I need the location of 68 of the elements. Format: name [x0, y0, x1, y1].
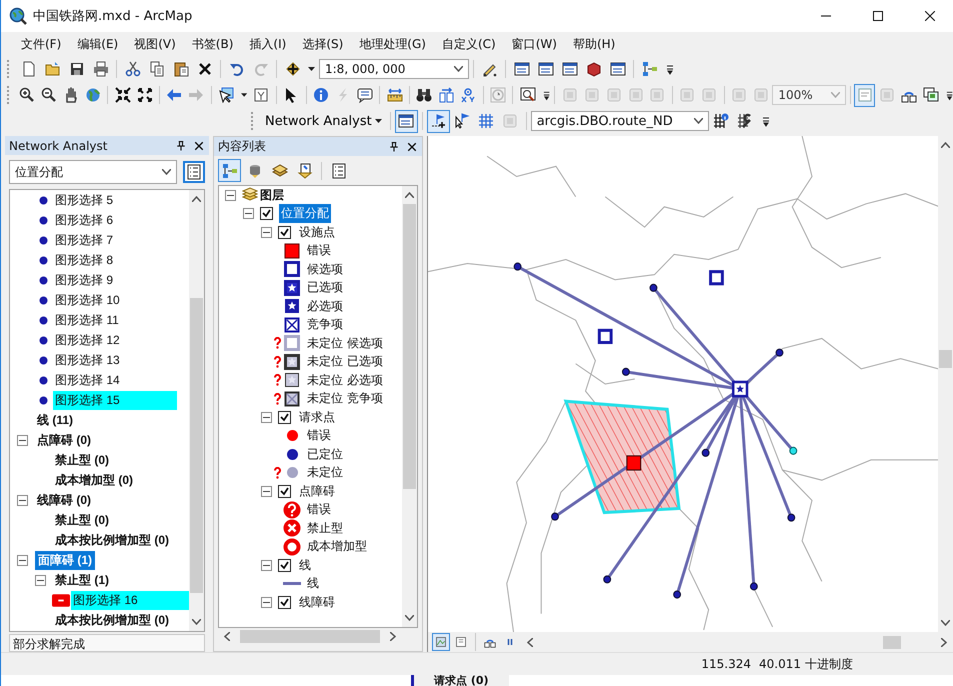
menu-item[interactable]: 编辑(E): [69, 36, 126, 52]
panel-title: Network Analyst: [9, 138, 108, 152]
class-label[interactable]: 线障碍 (0): [35, 490, 93, 510]
coordinate-units: 十进制度: [805, 656, 853, 672]
legend-label: 已选项: [306, 279, 344, 296]
solve-status: 部分求解完成: [9, 634, 205, 652]
menu-item[interactable]: 地理处理(G): [351, 36, 434, 52]
menu-item[interactable]: 帮助(H): [564, 36, 624, 52]
y-coordinate: 40.011: [759, 657, 801, 671]
legend-label: 线: [306, 575, 320, 592]
menu-item[interactable]: 插入(I): [241, 36, 294, 52]
layer-label[interactable]: 位置分配: [279, 204, 331, 224]
class-label[interactable]: 禁止型 (1): [53, 570, 111, 590]
menu-item[interactable]: 文件(F): [13, 36, 70, 52]
legend-label: 错误: [306, 242, 332, 260]
class-label[interactable]: 成本按比例增加型 (0): [53, 610, 171, 630]
class-label[interactable]: 禁止型 (0): [53, 450, 111, 470]
legend-label: 必选项: [306, 298, 344, 315]
class-label[interactable]: 面障碍 (1): [35, 550, 95, 570]
layers-label[interactable]: 图层: [258, 186, 286, 205]
feature-label[interactable]: 图形选择 15: [53, 390, 177, 410]
scale-combo[interactable]: 1:8, 000, 000: [319, 59, 469, 79]
panel-title: 内容列表: [218, 138, 266, 155]
feature-label[interactable]: 图形选择 8: [53, 250, 116, 270]
legend-label: 成本增加型: [306, 538, 368, 556]
legend-label: 错误: [306, 501, 332, 518]
layer-label[interactable]: 线: [297, 556, 313, 575]
window-title: 中国铁路网.mxd - ArcMap: [33, 8, 192, 25]
legend-label: 未定位 已选项: [306, 353, 384, 370]
legend-label: 禁止型: [306, 520, 344, 537]
feature-label[interactable]: 图形选择 12: [53, 330, 122, 350]
class-label[interactable]: 成本增加型 (0): [53, 470, 135, 490]
feature-label[interactable]: 图形选择 10: [53, 290, 122, 310]
feature-label[interactable]: 图形选择 14: [53, 370, 122, 390]
layer-label[interactable]: 线障碍: [297, 592, 337, 612]
class-label[interactable]: 禁止型 (0): [53, 510, 111, 530]
class-label[interactable]: 点障碍 (0): [35, 430, 93, 450]
legend-label: 竞争项: [306, 316, 344, 334]
network-analyst-menu[interactable]: Network Analyst: [261, 110, 386, 132]
menu-item[interactable]: 视图(V): [126, 36, 184, 52]
legend-label: 错误: [306, 427, 332, 444]
feature-label[interactable]: 图形选择 5: [53, 190, 116, 210]
zoom-combo: 100%: [772, 85, 846, 105]
feature-label[interactable]: 图形选择 9: [53, 270, 116, 290]
network-dataset-combo[interactable]: arcgis.DBO.route_ND: [530, 111, 709, 131]
menu-item[interactable]: 选择(S): [294, 36, 352, 52]
feature-label[interactable]: 图形选择 7: [53, 230, 116, 250]
feature-label[interactable]: 图形选择 13: [53, 350, 122, 370]
menu-item[interactable]: 自定义(C): [434, 36, 504, 52]
class-label[interactable]: 成本按比例增加型 (0): [53, 530, 171, 550]
legend-label: 未定位: [306, 464, 344, 482]
menu-item[interactable]: 书签(B): [184, 36, 242, 52]
legend-label: 候选项: [306, 260, 344, 278]
class-label[interactable]: 线 (11): [35, 410, 76, 430]
legend-label: 已定位: [306, 446, 344, 463]
feature-label[interactable]: 图形选择 16: [71, 590, 189, 610]
feature-label[interactable]: 图形选择 11: [53, 310, 121, 330]
legend-label: 未定位 竞争项: [306, 390, 384, 408]
feature-label[interactable]: 图形选择 6: [53, 210, 116, 230]
legend-label: 未定位 候选项: [306, 334, 384, 352]
layer-label[interactable]: 请求点: [297, 408, 337, 427]
analysis-layer-combo[interactable]: 位置分配: [9, 160, 177, 184]
menu-item[interactable]: 窗口(W): [504, 36, 565, 52]
layer-label[interactable]: 点障碍: [297, 482, 337, 501]
layer-label[interactable]: 设施点: [297, 222, 337, 242]
x-coordinate: 115.324: [701, 657, 751, 671]
legend-label: 未定位 必选项: [306, 372, 384, 389]
background-window-text: 请求点 (0): [411, 675, 509, 686]
